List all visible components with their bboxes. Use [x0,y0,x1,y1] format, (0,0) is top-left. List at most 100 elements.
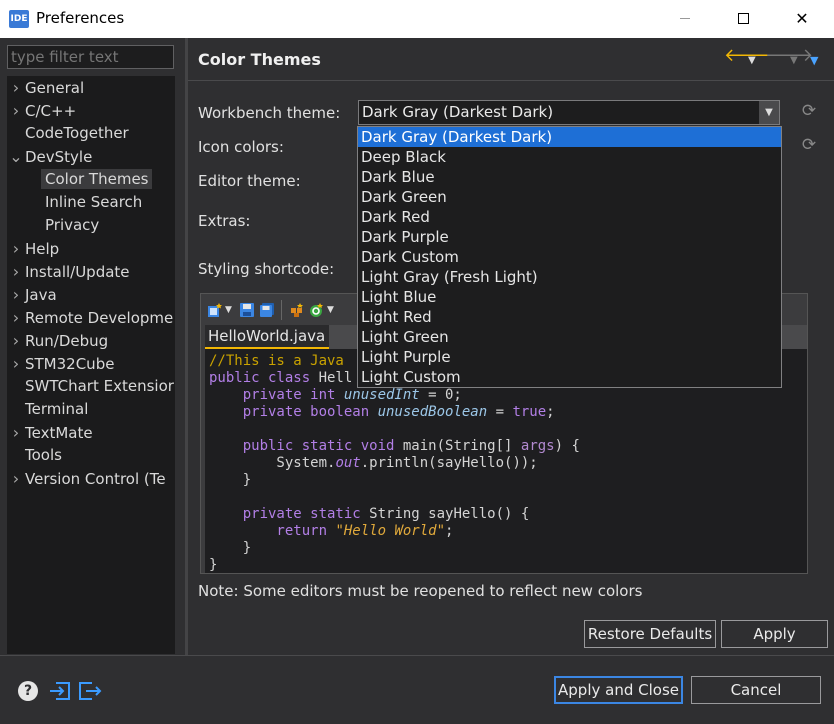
forward-history-chevron-icon[interactable]: ▼ [790,51,798,71]
code-text: } [209,472,252,488]
apply-label: Apply [753,625,796,643]
preferences-tree: › General › C/C++ CodeTogether ⌄ DevStyle Color… [7,76,175,654]
export-icon[interactable] [78,680,102,702]
minimize-icon [680,18,690,19]
tree-item-terminal[interactable]: Terminal [7,398,88,421]
view-menu-icon[interactable]: ▼ [810,51,818,71]
workbench-theme-dropdown[interactable]: Dark Gray (Darkest Dark) Deep Black Dark B… [357,126,782,388]
tree-item-remote-developme[interactable]: › Remote Developme [7,306,173,329]
tree-item-install-update[interactable]: › Install/Update [7,260,130,283]
tree-item-color-themes[interactable]: Color Themes [27,168,153,191]
theme-option[interactable]: Dark Blue [358,167,781,187]
apply-button[interactable]: Apply [721,620,828,648]
code-text: ; [546,404,555,420]
tree-item-label: Help [25,240,60,258]
filter-input[interactable] [7,45,174,69]
tree-item-java[interactable]: › Java [7,283,57,306]
tree-item-devstyle[interactable]: ⌄ DevStyle [7,145,92,168]
tree-item-label: SWTChart Extensior [25,377,174,395]
tree-item-label: TextMate [25,424,93,442]
code-text: ; [445,523,454,539]
preferences-navigation: ›General›C/C++ CodeTogether ⌄DevStyleColor… [0,38,185,658]
chevron-down-icon[interactable]: ⌄ [7,145,25,168]
code-argument: args [520,438,555,454]
title-bar: IDE Preferences ✕ [0,0,834,38]
save-all-icon[interactable] [259,302,275,318]
theme-option[interactable]: Dark Purple [358,227,781,247]
run-icon[interactable] [309,302,325,318]
chevron-right-icon[interactable]: › [7,329,25,352]
theme-option[interactable]: Dark Green [358,187,781,207]
theme-option[interactable]: Dark Red [358,207,781,227]
theme-option[interactable]: Deep Black [358,147,781,167]
editor-tab-helloworld[interactable]: HelloWorld.java [205,325,329,349]
help-icon[interactable]: ? [18,681,38,701]
workbench-theme-select[interactable]: Dark Gray (Darkest Dark) ▼ [358,100,780,125]
chevron-right-icon[interactable]: › [7,467,25,490]
icon-colors-label: Icon colors: [198,138,284,156]
tree-item-stm32cube[interactable]: › STM32Cube [7,352,115,375]
theme-option[interactable]: Light Red [358,307,781,327]
code-keyword: public static void [209,438,403,454]
theme-option[interactable]: Dark Gray (Darkest Dark) [358,127,781,147]
tree-item-swtchart-extensior[interactable]: SWTChart Extensior [7,375,174,398]
cancel-button[interactable]: Cancel [691,676,821,704]
tree-item-version-control-te[interactable]: › Version Control (Te [7,467,166,490]
tree-item-label: STM32Cube [25,355,115,373]
apply-and-close-button[interactable]: Apply and Close [554,676,683,704]
restore-defaults-label: Restore Defaults [587,625,713,643]
minimize-button[interactable] [656,0,714,38]
code-field: unusedBoolean [377,404,488,420]
chevron-right-icon[interactable]: › [7,99,25,122]
tree-item-general[interactable]: › General [7,76,84,99]
theme-option[interactable]: Light Gray (Fresh Light) [358,267,781,287]
code-string: "Hello World" [335,523,446,539]
chevron-right-icon[interactable]: › [7,306,25,329]
close-button[interactable]: ✕ [773,0,831,38]
code-text: } [209,557,218,573]
tree-item-inline-search[interactable]: Inline Search [27,191,142,214]
new-package-icon[interactable] [289,302,305,318]
maximize-button[interactable] [714,0,772,38]
chevron-right-icon[interactable]: › [7,260,25,283]
theme-option[interactable]: Light Custom [358,367,781,387]
tree-item-textmate[interactable]: › TextMate [7,421,93,444]
code-keyword: private static [209,506,370,522]
code-field: out [335,455,361,471]
chevron-right-icon[interactable]: › [7,283,25,306]
restore-defaults-button[interactable]: Restore Defaults [584,620,716,648]
chevron-right-icon[interactable]: › [7,421,25,444]
save-icon[interactable] [239,302,255,318]
import-icon[interactable] [48,680,72,702]
tree-item-run-debug[interactable]: › Run/Debug [7,329,108,352]
theme-option[interactable]: Light Green [358,327,781,347]
new-class-icon[interactable] [207,302,223,318]
tree-item-label: Version Control (Te [25,470,166,488]
chevron-right-icon[interactable]: › [7,237,25,260]
tree-item-c-c[interactable]: › C/C++ [7,99,76,122]
tree-item-privacy[interactable]: Privacy [27,214,99,237]
theme-option[interactable]: Light Blue [358,287,781,307]
back-history-chevron-icon[interactable]: ▼ [748,51,756,71]
code-text: main(String[] [402,438,521,454]
styling-shortcode-label: Styling shortcode: [198,260,335,278]
tree-item-label: Run/Debug [25,332,109,350]
tree-item-codetogether[interactable]: CodeTogether [7,122,129,145]
code-text: ) { [554,438,580,454]
tree-item-help[interactable]: › Help [7,237,59,260]
editor-theme-label: Editor theme: [198,172,301,190]
tree-item-label: CodeTogether [25,124,129,142]
close-icon: ✕ [795,9,809,28]
chevron-right-icon[interactable]: › [7,76,25,99]
theme-option[interactable]: Light Purple [358,347,781,367]
refresh-icon[interactable]: ⟳ [800,136,818,154]
chevron-down-icon[interactable]: ▼ [759,101,779,124]
code-keyword: public class [209,370,319,386]
refresh-icon[interactable]: ⟳ [800,102,818,120]
tree-item-label: Inline Search [45,193,143,211]
tree-item-tools[interactable]: Tools [7,444,62,467]
chevron-down-icon[interactable]: ▼ [327,305,343,321]
theme-option[interactable]: Dark Custom [358,247,781,267]
chevron-right-icon[interactable]: › [7,352,25,375]
code-text: .println(sayHello()); [360,455,538,471]
